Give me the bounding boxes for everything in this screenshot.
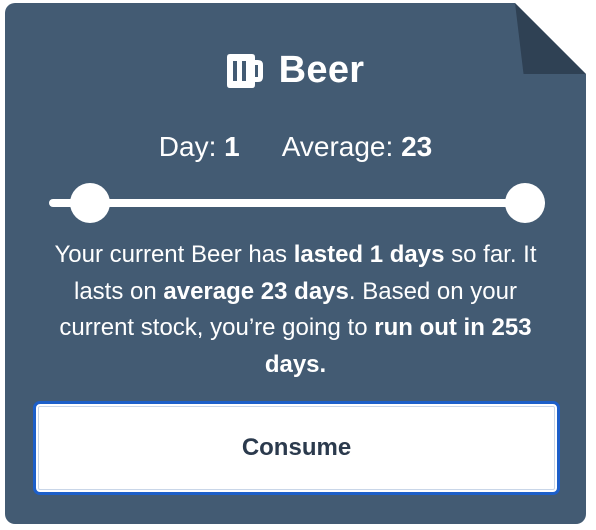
stats-row: Day: 1 Average: 23 (5, 131, 586, 163)
description-part: Your current Beer has (54, 241, 294, 268)
page-title: Beer (278, 49, 365, 91)
slider-start-handle[interactable] (70, 183, 110, 223)
day-stat: Day: 1 (159, 131, 240, 163)
card-header: Beer (5, 49, 586, 92)
lasted-days-highlight: lasted 1 days (293, 241, 445, 268)
description-text: Your current Beer has lasted 1 days so f… (47, 237, 544, 383)
slider-end-handle[interactable] (505, 183, 545, 223)
consume-button[interactable]: Consume (33, 401, 560, 495)
average-stat: Average: 23 (282, 131, 433, 163)
beer-mug-icon (226, 53, 263, 88)
day-value: 1 (224, 131, 240, 162)
average-label: Average: (281, 131, 394, 162)
progress-slider-track[interactable] (49, 183, 545, 223)
average-value: 23 (401, 131, 433, 162)
beer-card: Beer Day: 1 Average: 23 Your current Bee… (5, 3, 586, 524)
average-days-highlight: average 23 days (163, 277, 349, 305)
day-label: Day: (158, 131, 217, 162)
